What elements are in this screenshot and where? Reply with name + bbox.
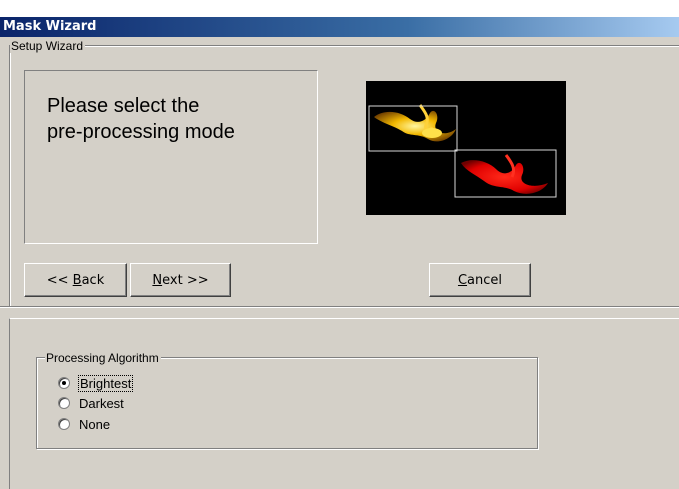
next-button[interactable]: Next >> — [130, 263, 231, 297]
preview-image — [366, 81, 566, 215]
radio-darkest-indicator[interactable] — [58, 397, 70, 409]
radio-brightest[interactable]: Brightest — [58, 374, 134, 392]
preview-illustration — [368, 104, 557, 198]
processing-algorithm-label: Processing Algorithm — [45, 351, 161, 365]
radio-darkest[interactable]: Darkest — [58, 394, 124, 412]
cancel-button-mnemonic: C — [457, 272, 468, 288]
prompt-text: Please select the pre-processing mode — [47, 95, 235, 143]
radio-none-indicator[interactable] — [58, 418, 70, 430]
top-strip — [0, 0, 679, 17]
radio-darkest-label[interactable]: Darkest — [79, 396, 124, 411]
cancel-button[interactable]: Cancel — [429, 263, 531, 297]
radio-none[interactable]: None — [58, 415, 110, 433]
section-divider — [0, 306, 679, 308]
next-button-rest: ext >> — [162, 272, 209, 288]
setup-wizard-group-label: Setup Wizard — [10, 39, 86, 53]
radio-brightest-indicator[interactable] — [58, 377, 70, 389]
title-bar[interactable]: Mask Wizard — [0, 17, 679, 37]
back-button-mnemonic: B — [72, 272, 82, 288]
window-title: Mask Wizard — [3, 19, 97, 34]
prompt-panel: Please select the pre-processing mode — [24, 70, 318, 244]
mask-wizard-window: Mask Wizard Setup Wizard Please select t… — [0, 0, 679, 489]
cancel-button-rest: ancel — [467, 272, 503, 288]
next-button-mnemonic: N — [152, 272, 163, 288]
back-button[interactable]: << Back — [24, 263, 127, 297]
back-button-rest: ack — [81, 272, 105, 288]
radio-none-label[interactable]: None — [79, 417, 110, 432]
back-button-prefix: << — [46, 272, 73, 288]
radio-brightest-label[interactable]: Brightest — [77, 374, 134, 392]
